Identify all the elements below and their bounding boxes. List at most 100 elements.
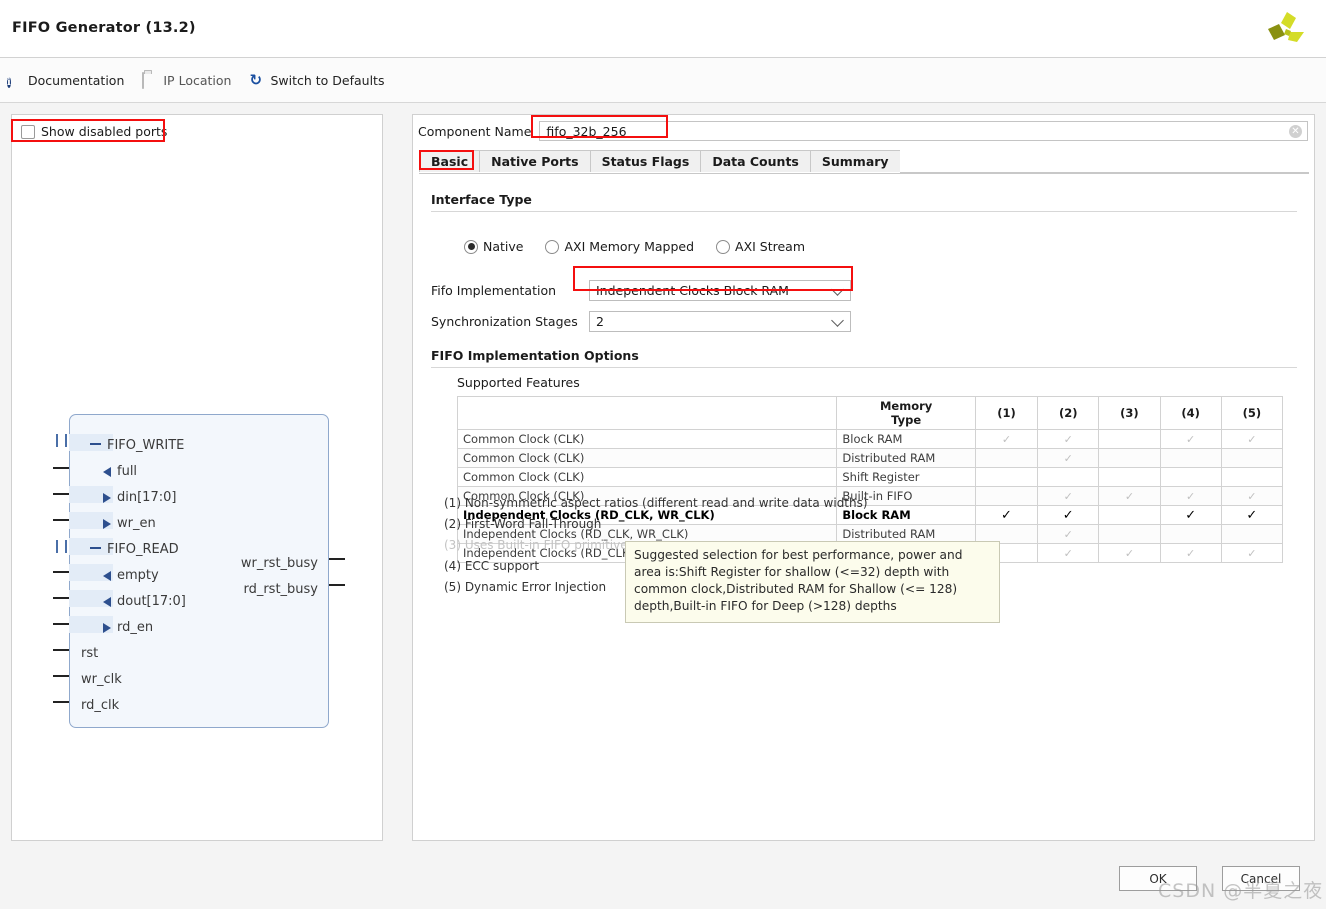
group-dash-icon xyxy=(90,443,101,445)
interface-type-radios: Native AXI Memory Mapped AXI Stream xyxy=(464,239,819,254)
chevron-down-icon xyxy=(831,314,844,327)
cell-note-4 xyxy=(1160,525,1221,544)
port-full: full xyxy=(103,464,137,479)
cell-clock: Common Clock (CLK) xyxy=(458,430,837,449)
radio-axi-stream-indicator[interactable] xyxy=(716,240,730,254)
component-name-value: fifo_32b_256 xyxy=(546,124,626,139)
pin-rst xyxy=(53,649,69,651)
cell-note-1 xyxy=(975,468,1037,487)
pin-full xyxy=(53,467,69,469)
cell-note-5 xyxy=(1221,468,1282,487)
tab-data-counts[interactable]: Data Counts xyxy=(700,150,810,172)
fifo-implementation-label: Fifo Implementation xyxy=(431,283,589,298)
switch-to-defaults-button[interactable]: ↻ Switch to Defaults xyxy=(249,73,384,88)
th-clock xyxy=(458,397,837,430)
fifo-implementation-select[interactable]: Independent Clocks Block RAM xyxy=(589,280,851,301)
ip-location-label: IP Location xyxy=(163,73,231,88)
port-rd-en: rd_en xyxy=(103,620,153,635)
interface-type-title: Interface Type xyxy=(431,192,1297,207)
synchronization-stages-row: Synchronization Stages 2 xyxy=(431,311,851,332)
th-memory-type-line2: Type xyxy=(842,413,970,427)
cancel-button[interactable]: Cancel xyxy=(1222,866,1300,891)
port-dout: dout[17:0] xyxy=(103,594,186,609)
tab-native-ports[interactable]: Native Ports xyxy=(479,150,589,172)
cell-note-3 xyxy=(1099,525,1160,544)
toolbar: i Documentation IP Location ↻ Switch to … xyxy=(0,58,1326,103)
switch-to-defaults-label: Switch to Defaults xyxy=(270,73,384,88)
cell-note-4 xyxy=(1160,468,1221,487)
port-fifo-write: FIFO_WRITE xyxy=(90,438,184,453)
cell-note-5 xyxy=(1221,525,1282,544)
arrow-in-icon xyxy=(103,623,111,633)
pin-dout xyxy=(53,597,69,599)
pin-fifo-write-bus xyxy=(56,434,67,447)
radio-axi-memory-mapped-indicator[interactable] xyxy=(545,240,559,254)
th-note-3: (3) xyxy=(1099,397,1160,430)
pin-wr-clk xyxy=(53,675,69,677)
tab-bar: Basic Native Ports Status Flags Data Cou… xyxy=(419,150,1309,174)
clear-icon[interactable]: ✕ xyxy=(1289,125,1302,138)
table-row[interactable]: Common Clock (CLK)Distributed RAM ✓ xyxy=(458,449,1283,468)
radio-native[interactable]: Native xyxy=(464,239,523,254)
cell-note-5: ✓ xyxy=(1221,544,1282,563)
arrow-out-icon xyxy=(103,467,111,477)
ip-block-body: FIFO_WRITE full din[17:0] wr_en FIFO_REA… xyxy=(69,414,329,728)
documentation-label: Documentation xyxy=(28,73,124,88)
port-fifo-read: FIFO_READ xyxy=(90,542,179,557)
implementation-options-title: FIFO Implementation Options xyxy=(431,348,1297,363)
component-name-input[interactable]: fifo_32b_256 ✕ xyxy=(539,121,1308,141)
ip-location-button[interactable]: IP Location xyxy=(142,73,231,88)
cell-note-1 xyxy=(975,487,1037,506)
synchronization-stages-value: 2 xyxy=(596,314,604,329)
component-name-label: Component Name xyxy=(418,124,531,139)
interface-type-rule xyxy=(431,211,1297,212)
supported-features-label: Supported Features xyxy=(457,375,580,390)
radio-axi-memory-mapped[interactable]: AXI Memory Mapped xyxy=(545,239,694,254)
table-row[interactable]: Common Clock (CLK)Shift Register xyxy=(458,468,1283,487)
implementation-options-rule xyxy=(431,367,1297,368)
ok-button[interactable]: OK xyxy=(1119,866,1197,891)
pin-empty xyxy=(53,571,69,573)
port-rd-clk: rd_clk xyxy=(81,698,119,713)
cell-note-2: ✓ xyxy=(1038,525,1099,544)
cell-clock: Common Clock (CLK) xyxy=(458,449,837,468)
cell-note-3: ✓ xyxy=(1099,487,1160,506)
footnote-2: (2) First-Word Fall-Through xyxy=(444,514,868,535)
synchronization-stages-label: Synchronization Stages xyxy=(431,314,589,329)
cell-note-5: ✓ xyxy=(1221,430,1282,449)
ip-symbol-diagram: FIFO_WRITE full din[17:0] wr_en FIFO_REA… xyxy=(12,115,384,842)
port-rd-rst-busy: rd_rst_busy xyxy=(243,582,318,597)
cell-note-4 xyxy=(1160,449,1221,468)
port-wr-en: wr_en xyxy=(103,516,156,531)
table-row[interactable]: Common Clock (CLK)Block RAM✓✓✓✓ xyxy=(458,430,1283,449)
cell-note-4: ✓ xyxy=(1160,506,1221,525)
arrow-out-icon xyxy=(103,571,111,581)
tab-summary[interactable]: Summary xyxy=(810,150,900,172)
th-note-4: (4) xyxy=(1160,397,1221,430)
symbol-panel: Show disabled ports FIFO_WRITE xyxy=(11,114,383,841)
tab-basic[interactable]: Basic xyxy=(419,150,479,172)
pin-wr-rst-busy xyxy=(329,558,345,560)
cell-note-5 xyxy=(1221,449,1282,468)
cell-note-2: ✓ xyxy=(1038,449,1099,468)
cell-note-2 xyxy=(1038,468,1099,487)
cell-note-4: ✓ xyxy=(1160,487,1221,506)
cell-note-4: ✓ xyxy=(1160,544,1221,563)
cell-note-2: ✓ xyxy=(1038,487,1099,506)
cell-clock: Common Clock (CLK) xyxy=(458,468,837,487)
pin-wr-en xyxy=(53,519,69,521)
synchronization-stages-select[interactable]: 2 xyxy=(589,311,851,332)
xilinx-logo xyxy=(1264,9,1310,51)
cell-note-2: ✓ xyxy=(1038,430,1099,449)
basic-tab-content: Interface Type Native AXI Memory Mapped … xyxy=(419,173,1309,833)
radio-native-indicator[interactable] xyxy=(464,240,478,254)
cell-memory-type: Block RAM xyxy=(837,430,976,449)
info-icon: i xyxy=(7,73,22,88)
pin-rd-en xyxy=(53,623,69,625)
page-title: FIFO Generator (13.2) xyxy=(12,20,196,36)
radio-axi-stream[interactable]: AXI Stream xyxy=(716,239,805,254)
cell-memory-type: Distributed RAM xyxy=(837,449,976,468)
tab-status-flags[interactable]: Status Flags xyxy=(590,150,701,172)
documentation-button[interactable]: i Documentation xyxy=(7,73,124,88)
fifo-implementation-row: Fifo Implementation Independent Clocks B… xyxy=(431,280,851,301)
